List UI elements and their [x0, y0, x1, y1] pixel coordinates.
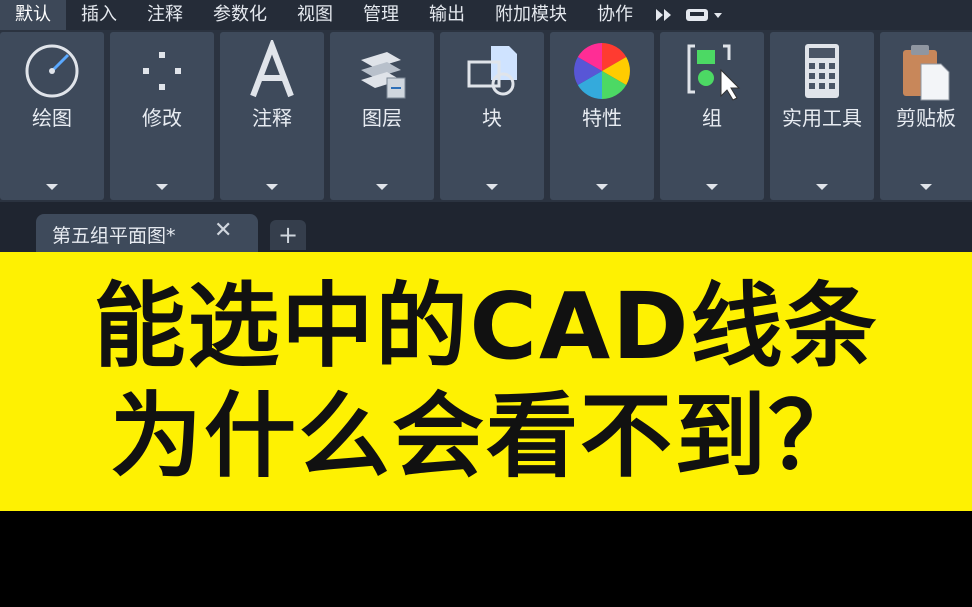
- ribbon-panel-properties[interactable]: 特性: [550, 32, 654, 200]
- panel-label: 块: [482, 106, 502, 130]
- banner-title-line1: 能选中的CAD线条: [93, 273, 879, 380]
- more-tabs-icon[interactable]: [654, 8, 674, 22]
- chevron-down-icon[interactable]: [376, 184, 388, 190]
- banner-title-line2: 为什么会看不到？: [109, 383, 862, 490]
- layers-icon: [361, 52, 406, 99]
- draw-circle-icon: [25, 44, 79, 98]
- document-tab[interactable]: 第五组平面图* ✕: [36, 214, 258, 252]
- menu-bar: 默认 插入 注释 参数化 视图 管理 输出 附加模块 协作: [0, 0, 972, 30]
- modify-move-icon: [143, 52, 181, 90]
- title-banner: 能选中的CAD线条 为什么会看不到？: [0, 252, 972, 511]
- chevron-down-icon[interactable]: [486, 184, 498, 190]
- panel-label: 注释: [252, 106, 292, 130]
- close-icon[interactable]: ✕: [214, 220, 232, 242]
- chevron-down-icon[interactable]: [156, 184, 168, 190]
- group-icon: [687, 44, 741, 101]
- chevron-down-icon[interactable]: [46, 184, 58, 190]
- panel-label: 修改: [142, 106, 182, 130]
- tab-insert[interactable]: 插入: [66, 0, 132, 30]
- clipboard-icon: [903, 45, 950, 101]
- panel-label: 剪贴板: [896, 106, 956, 130]
- color-wheel-icon: [574, 43, 630, 99]
- tab-annotate[interactable]: 注释: [132, 0, 198, 30]
- tab-addins[interactable]: 附加模块: [480, 0, 582, 30]
- block-icon: [467, 46, 517, 96]
- ribbon-panel-annotation[interactable]: 注释: [220, 32, 324, 200]
- panel-label: 组: [702, 106, 722, 130]
- annotation-text-icon: [250, 40, 294, 98]
- chevron-down-icon[interactable]: [920, 184, 932, 190]
- chevron-down-icon[interactable]: [706, 184, 718, 190]
- tab-manage[interactable]: 管理: [348, 0, 414, 30]
- ribbon-display-icon[interactable]: [684, 7, 724, 23]
- ribbon-panel-draw[interactable]: 绘图: [0, 32, 104, 200]
- ribbon: 绘图 修改 注释 图层 块 特性 组 实用工具 剪贴板: [0, 30, 972, 202]
- tab-parametric[interactable]: 参数化: [198, 0, 282, 30]
- ribbon-panel-layers[interactable]: 图层: [330, 32, 434, 200]
- ribbon-panel-block[interactable]: 块: [440, 32, 544, 200]
- tab-default[interactable]: 默认: [0, 0, 66, 30]
- tab-output[interactable]: 输出: [414, 0, 480, 30]
- document-tab-strip: 第五组平面图* ✕ +: [0, 202, 972, 252]
- ribbon-panel-modify[interactable]: 修改: [110, 32, 214, 200]
- tab-view[interactable]: 视图: [282, 0, 348, 30]
- document-tab-title: 第五组平面图*: [52, 225, 176, 247]
- chevron-down-icon[interactable]: [266, 184, 278, 190]
- panel-label: 图层: [362, 106, 402, 130]
- tab-collaborate[interactable]: 协作: [582, 0, 648, 30]
- bottom-area: [0, 511, 972, 607]
- panel-label: 特性: [582, 106, 622, 130]
- panel-label: 实用工具: [782, 106, 862, 130]
- new-tab-button[interactable]: +: [270, 220, 306, 250]
- ribbon-panel-group[interactable]: 组: [660, 32, 764, 200]
- panel-label: 绘图: [32, 106, 72, 130]
- ribbon-panel-clipboard[interactable]: 剪贴板: [880, 32, 972, 200]
- calculator-icon: [805, 44, 839, 98]
- ribbon-panel-utilities[interactable]: 实用工具: [770, 32, 874, 200]
- chevron-down-icon[interactable]: [596, 184, 608, 190]
- chevron-down-icon[interactable]: [816, 184, 828, 190]
